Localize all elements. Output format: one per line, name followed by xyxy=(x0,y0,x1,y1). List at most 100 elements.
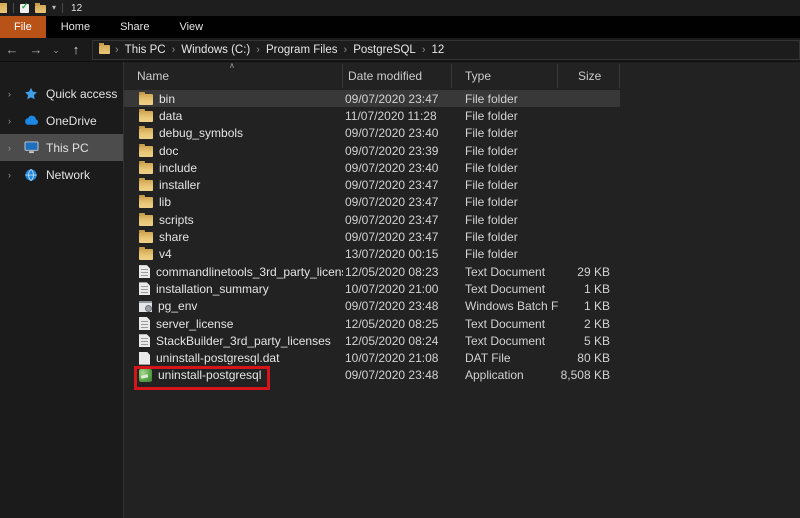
file-row[interactable]: uninstall-postgresql09/07/2020 23:48Appl… xyxy=(124,367,620,384)
breadcrumb-segment[interactable]: Program Files xyxy=(262,44,342,56)
properties-icon[interactable] xyxy=(20,4,29,13)
sidebar-item-onedrive[interactable]: ›OneDrive xyxy=(0,107,123,134)
date-modified: 09/07/2020 23:47 xyxy=(343,195,452,209)
file-type: Text Document xyxy=(452,282,558,296)
sort-ascending-icon: ∧ xyxy=(229,61,235,70)
expand-chevron-icon[interactable]: › xyxy=(8,143,16,153)
breadcrumb-chevron-icon[interactable]: › xyxy=(422,44,426,56)
file-row[interactable]: commandlinetools_3rd_party_licenses12/05… xyxy=(124,263,620,280)
file-size: 2 KB xyxy=(558,317,620,331)
file-name: data xyxy=(159,109,182,123)
file-name: pg_env xyxy=(158,299,197,313)
file-type: Text Document xyxy=(452,265,558,279)
file-name: doc xyxy=(159,144,178,158)
column-header-date-modified[interactable]: Date modified xyxy=(343,64,452,88)
folder-icon xyxy=(139,128,153,139)
expand-chevron-icon[interactable]: › xyxy=(8,170,16,180)
file-type: File folder xyxy=(452,178,558,192)
network-icon xyxy=(23,167,39,183)
file-row[interactable]: installer09/07/2020 23:47File folder xyxy=(124,176,620,193)
qat-dropdown-icon[interactable]: ▾ xyxy=(52,3,56,13)
file-row[interactable]: v413/07/2020 00:15File folder xyxy=(124,246,620,263)
file-row[interactable]: doc09/07/2020 23:39File folder xyxy=(124,142,620,159)
date-modified: 09/07/2020 23:47 xyxy=(343,92,452,106)
file-size: 29 KB xyxy=(558,265,620,279)
tab-view[interactable]: View xyxy=(164,16,218,38)
sidebar-item-label: Quick access xyxy=(46,87,117,101)
file-row[interactable]: pg_env09/07/2020 23:48Windows Batch File… xyxy=(124,298,620,315)
back-icon[interactable]: ← xyxy=(0,38,24,62)
text-file-icon xyxy=(139,317,150,330)
folder-icon xyxy=(139,232,153,243)
file-row[interactable]: StackBuilder_3rd_party_licenses12/05/202… xyxy=(124,332,620,349)
file-row[interactable]: uninstall-postgresql.dat 10/07/2020 21:08… xyxy=(124,349,620,366)
ribbon-tabs: FileHomeShareView xyxy=(0,16,800,38)
date-modified: 13/07/2020 00:15 xyxy=(343,247,452,261)
breadcrumb-chevron-icon[interactable]: › xyxy=(344,44,348,56)
file-row[interactable]: server_license12/05/2020 08:25Text Docum… xyxy=(124,315,620,332)
expand-chevron-icon[interactable]: › xyxy=(8,116,16,126)
sidebar-item-network[interactable]: ›Network xyxy=(0,161,123,188)
file-row[interactable]: data11/07/2020 11:28File folder xyxy=(124,107,620,124)
tab-home[interactable]: Home xyxy=(46,16,105,38)
breadcrumb-segment[interactable]: 12 xyxy=(428,44,449,56)
dat-file-icon xyxy=(139,352,150,365)
file-size: 80 KB xyxy=(558,351,620,365)
file-type: Text Document xyxy=(452,317,558,331)
folder-icon xyxy=(139,146,153,157)
file-type: Windows Batch File xyxy=(452,299,558,313)
breadcrumb-segment[interactable]: This PC xyxy=(121,44,170,56)
file-row[interactable]: installation_summary10/07/2020 21:00Text… xyxy=(124,280,620,297)
file-row[interactable]: lib09/07/2020 23:47File folder xyxy=(124,194,620,211)
cloud-icon xyxy=(23,113,39,129)
up-icon[interactable]: ↑ xyxy=(64,38,88,62)
file-type: File folder xyxy=(452,213,558,227)
file-name: lib xyxy=(159,195,171,209)
date-modified: 09/07/2020 23:40 xyxy=(343,161,452,175)
application-icon xyxy=(139,369,152,382)
expand-chevron-icon[interactable]: › xyxy=(8,89,16,99)
file-type: File folder xyxy=(452,92,558,106)
file-row[interactable]: include09/07/2020 23:40File folder xyxy=(124,159,620,176)
sidebar-item-this-pc[interactable]: ›This PC xyxy=(0,134,123,161)
navigation-pane: › Quick access ›OneDrive›This PC›Network xyxy=(0,62,123,518)
column-headers: ∧ NameDate modifiedTypeSize xyxy=(124,64,800,88)
text-file-icon xyxy=(139,334,150,347)
breadcrumb-chevron-icon[interactable]: › xyxy=(256,44,260,56)
date-modified: 12/05/2020 08:24 xyxy=(343,334,452,348)
file-row[interactable]: scripts09/07/2020 23:47File folder xyxy=(124,211,620,228)
file-type: File folder xyxy=(452,247,558,261)
column-header-size[interactable]: Size xyxy=(558,64,620,88)
address-bar[interactable]: ›This PC›Windows (C:)›Program Files›Post… xyxy=(92,40,800,60)
date-modified: 10/07/2020 21:08 xyxy=(343,351,452,365)
date-modified: 09/07/2020 23:47 xyxy=(343,230,452,244)
address-folder-icon xyxy=(99,45,110,54)
file-row[interactable]: bin 09/07/2020 23:47File folder xyxy=(124,90,620,107)
folder-icon xyxy=(139,180,153,191)
file-type: DAT File xyxy=(452,351,558,365)
tab-share[interactable]: Share xyxy=(105,16,164,38)
file-type: File folder xyxy=(452,126,558,140)
recent-locations-icon[interactable]: ⌄ xyxy=(48,38,64,62)
file-name: bin xyxy=(159,92,175,106)
breadcrumb-chevron-icon[interactable]: › xyxy=(172,44,176,56)
file-row[interactable]: share09/07/2020 23:47File folder xyxy=(124,228,620,245)
file-row[interactable]: debug_symbols09/07/2020 23:40File folder xyxy=(124,125,620,142)
forward-icon[interactable]: → xyxy=(24,38,48,62)
folder-icon xyxy=(139,111,153,122)
date-modified: 11/07/2020 11:28 xyxy=(343,109,452,123)
sidebar-item-quick-access[interactable]: › Quick access xyxy=(0,80,123,107)
navigation-bar: ← → ⌄ ↑ ›This PC›Windows (C:)›Program Fi… xyxy=(0,38,800,62)
tab-file[interactable]: File xyxy=(0,16,46,38)
file-list: bin09/07/2020 23:47File folderdata11/07/… xyxy=(124,90,800,384)
column-header-type[interactable]: Type xyxy=(452,64,558,88)
file-name: share xyxy=(159,230,189,244)
breadcrumb-segment[interactable]: PostgreSQL xyxy=(349,44,420,56)
new-folder-icon[interactable] xyxy=(35,5,46,13)
window-title: 12 xyxy=(71,3,82,14)
batch-file-icon xyxy=(139,301,152,312)
content-area: › Quick access ›OneDrive›This PC›Network ∧… xyxy=(0,62,800,518)
file-name: uninstall-postgresql.dat xyxy=(156,351,279,365)
breadcrumb-chevron-icon[interactable]: › xyxy=(115,44,119,56)
breadcrumb-segment[interactable]: Windows (C:) xyxy=(177,44,254,56)
